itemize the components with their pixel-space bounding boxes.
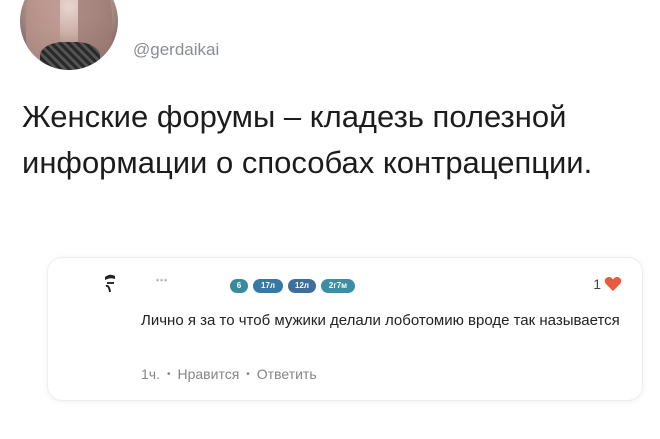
badge-list: 6 17л 12л 2г7м [230,279,355,293]
like-link[interactable]: Нравится [178,366,240,382]
heart-icon[interactable] [604,276,622,292]
avatar[interactable] [20,0,118,70]
comment-meta: 1ч. • Нравится • Ответить [141,366,317,382]
badge: 2г7м [321,279,355,293]
tweet: @gerdaikai Женские форумы – кладезь поле… [0,0,660,439]
user-handle[interactable]: @gerdaikai [133,40,219,60]
commenter-avatar-icon[interactable] [103,273,117,293]
comment-text: Лично я за то чтоб мужики делали лоботом… [141,312,620,329]
tweet-text: Женские форумы – кладезь полезной информ… [22,99,593,180]
like-counter[interactable]: 1 [593,276,622,292]
badge: 6 [230,279,248,293]
separator-dot: • [166,368,171,380]
commenter-name[interactable]: ... [156,272,168,284]
comment-time: 1ч. [141,366,160,382]
separator-dot: • [246,368,250,380]
badge: 17л [253,279,283,293]
avatar-shirt [40,42,100,70]
comment-card: ... 6 17л 12л 2г7м 1 Лично я за то чтоб … [48,258,642,400]
reply-link[interactable]: Ответить [257,366,317,382]
badge: 12л [288,279,316,293]
like-count: 1 [593,276,601,292]
